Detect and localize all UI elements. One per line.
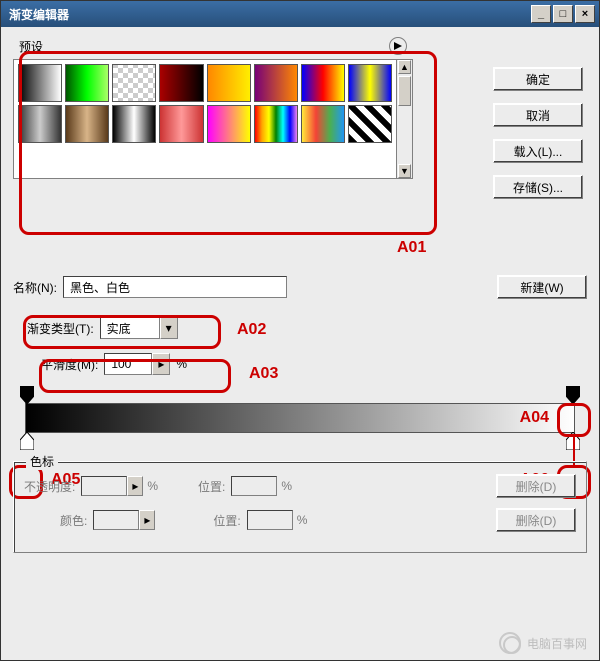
opacity-value-input: [81, 476, 127, 496]
preset-swatch[interactable]: [348, 105, 392, 143]
color-stop-left[interactable]: [20, 432, 34, 450]
stop-icon: [20, 432, 34, 450]
position2-input: [247, 510, 293, 530]
smoothness-input[interactable]: 100: [104, 353, 152, 375]
preset-swatches: [14, 60, 396, 178]
preset-swatch[interactable]: [112, 64, 156, 102]
type-label: 渐变类型(T):: [27, 320, 94, 337]
annotation-label-a01: A01: [397, 239, 426, 257]
preset-swatch[interactable]: [18, 105, 62, 143]
delete-color-stop-button: 删除(D): [496, 508, 576, 532]
new-button[interactable]: 新建(W): [497, 275, 587, 299]
position2-label: 位置:: [213, 512, 240, 529]
triangle-right-icon: [394, 42, 402, 50]
gradient-editor-window: 渐变编辑器 _ □ × 确定 取消 载入(L)... 存储(S)... 预设: [0, 0, 600, 661]
smoothness-unit: %: [176, 357, 187, 371]
preset-swatch[interactable]: [65, 64, 109, 102]
stop-icon: [566, 386, 580, 404]
name-input[interactable]: 黑色、白色: [63, 276, 287, 298]
position-input: [231, 476, 277, 496]
preset-swatch[interactable]: [254, 105, 298, 143]
preset-swatch[interactable]: [207, 105, 251, 143]
title-bar[interactable]: 渐变编辑器 _ □ ×: [1, 1, 599, 27]
opacity-stop-right[interactable]: [566, 386, 580, 404]
smoothness-flyout-button[interactable]: ▸: [152, 353, 170, 375]
scroll-thumb[interactable]: [398, 76, 411, 106]
preset-swatch[interactable]: [159, 64, 203, 102]
color-flyout: ▸: [139, 510, 155, 530]
position-label: 位置:: [198, 478, 225, 495]
ok-button[interactable]: 确定: [493, 67, 583, 91]
colorstops-panel: 色标 不透明度: ▸ % 位置: % 删除(D) 颜色: ▸ 位置:: [13, 461, 587, 553]
scroll-up-icon[interactable]: ▲: [398, 60, 411, 74]
minimize-button[interactable]: _: [531, 5, 551, 23]
preset-swatch[interactable]: [207, 64, 251, 102]
window-title: 渐变编辑器: [9, 6, 531, 23]
watermark: 电脑百事网: [499, 632, 587, 654]
opacity-flyout: ▸: [127, 476, 143, 496]
scroll-down-icon[interactable]: ▼: [398, 164, 411, 178]
presets-panel: 预设 ▲ ▼: [13, 37, 413, 205]
annotation-label-a03: A03: [249, 365, 278, 383]
preset-swatch[interactable]: [301, 105, 345, 143]
smoothness-label: 平滑度(M):: [41, 356, 98, 373]
preset-swatch[interactable]: [254, 64, 298, 102]
preset-swatch[interactable]: [65, 105, 109, 143]
chevron-down-icon[interactable]: ▾: [160, 317, 178, 339]
save-button[interactable]: 存储(S)...: [493, 175, 583, 199]
delete-opacity-stop-button: 删除(D): [496, 474, 576, 498]
watermark-logo-icon: [499, 632, 521, 654]
color-label: 颜色:: [60, 512, 87, 529]
stop-icon: [20, 386, 34, 404]
preset-swatch[interactable]: [18, 64, 62, 102]
type-select[interactable]: 实底 ▾: [100, 317, 178, 339]
opacity-label: 不透明度:: [24, 478, 75, 495]
opacity-stop-left[interactable]: [20, 386, 34, 404]
annotation-label-a02: A02: [237, 321, 266, 339]
preset-swatch[interactable]: [112, 105, 156, 143]
close-button[interactable]: ×: [575, 5, 595, 23]
annotation-label-a04: A04: [520, 409, 549, 427]
presets-scrollbar[interactable]: ▲ ▼: [396, 60, 412, 178]
load-button[interactable]: 载入(L)...: [493, 139, 583, 163]
color-swatch: [93, 510, 139, 530]
presets-legend: 预设: [19, 38, 43, 55]
preset-swatch[interactable]: [159, 105, 203, 143]
gradient-bar[interactable]: [25, 403, 575, 433]
preset-swatch[interactable]: [348, 64, 392, 102]
maximize-button[interactable]: □: [553, 5, 573, 23]
cancel-button[interactable]: 取消: [493, 103, 583, 127]
presets-menu-button[interactable]: [389, 37, 407, 55]
name-label: 名称(N):: [13, 279, 57, 296]
preset-swatch[interactable]: [301, 64, 345, 102]
colorstops-legend: 色标: [26, 453, 58, 470]
